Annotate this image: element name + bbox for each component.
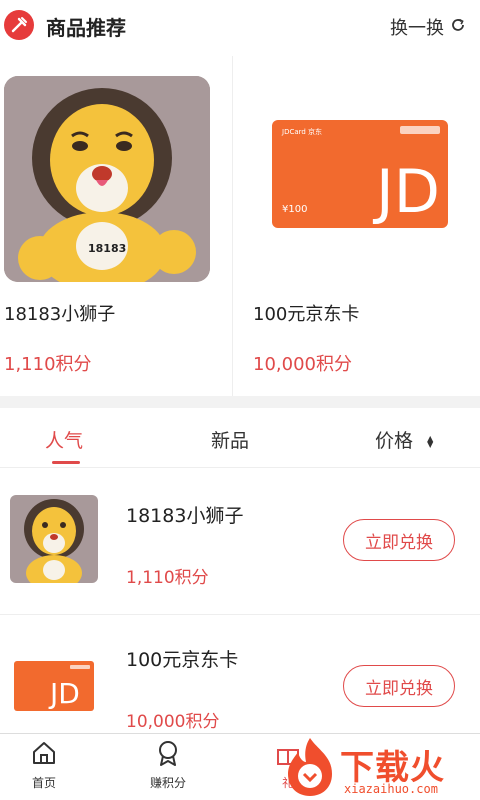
recommend-section: 18183 18183小狮子 1,110积分 JDCard 京东 JD ¥100… xyxy=(0,56,480,396)
tab-active-indicator xyxy=(52,461,80,464)
redeem-button[interactable]: 立即兑换 xyxy=(343,519,455,561)
recommend-card-jd[interactable]: JDCard 京东 JD ¥100 100元京东卡 10,000积分 xyxy=(233,56,480,396)
refresh-button[interactable]: 换一换 xyxy=(390,14,466,40)
watermark-logo: 下载火 xiazaihuo.com xyxy=(278,736,480,800)
svg-text:18183: 18183 xyxy=(88,242,126,255)
jd-thumb-image: JD xyxy=(10,643,98,731)
item-points: 1,110积分 xyxy=(126,568,209,588)
nav-item-home[interactable]: 首页 xyxy=(4,740,84,791)
jd-card-amount: ¥100 xyxy=(282,204,307,215)
sort-arrows-icon: ▲ ▼ xyxy=(427,433,434,449)
tab-new[interactable]: 新品 xyxy=(211,426,249,453)
nav-item-earn[interactable]: 赚积分 xyxy=(128,740,208,791)
jd-thumb-logo: JD xyxy=(48,677,80,710)
redeem-button[interactable]: 立即兑换 xyxy=(343,665,455,707)
medal-icon xyxy=(155,741,181,770)
jd-card-image: JDCard 京东 JD ¥100 xyxy=(255,66,465,282)
jd-card-logo: JD xyxy=(372,157,440,227)
section-divider xyxy=(0,396,480,408)
watermark-domain: xiazaihuo.com xyxy=(344,782,438,796)
item-name: 18183小狮子 xyxy=(126,505,244,527)
tab-popular[interactable]: 人气 xyxy=(45,426,83,453)
nav-label: 赚积分 xyxy=(149,776,186,790)
sort-tabs: 人气 新品 价格 ▲ ▼ xyxy=(0,408,480,468)
jd-card-header: JDCard 京东 xyxy=(281,127,322,136)
header: 商品推荐 换一换 xyxy=(0,0,480,56)
recommend-card-name: 100元京东卡 xyxy=(253,304,360,325)
home-icon xyxy=(31,742,57,770)
refresh-label: 换一换 xyxy=(390,18,444,39)
recommend-card-points: 10,000积分 xyxy=(253,354,352,375)
recommend-card-points: 1,110积分 xyxy=(4,354,92,375)
list-item[interactable]: 18183小狮子 1,110积分 立即兑换 xyxy=(0,469,480,615)
tab-price[interactable]: 价格 ▲ ▼ xyxy=(375,426,433,453)
item-points: 10,000积分 xyxy=(126,712,220,732)
tab-price-label: 价格 xyxy=(375,430,414,452)
nav-label: 首页 xyxy=(31,776,56,790)
recommend-badge-icon xyxy=(4,10,34,40)
lion-thumb-image xyxy=(10,495,98,583)
recommend-card-lion[interactable]: 18183 18183小狮子 1,110积分 xyxy=(0,56,232,396)
refresh-icon xyxy=(450,17,466,38)
recommend-card-name: 18183小狮子 xyxy=(4,304,116,325)
page-title: 商品推荐 xyxy=(46,16,126,40)
lion-plush-image: 18183 xyxy=(4,76,210,282)
item-name: 100元京东卡 xyxy=(126,649,239,671)
flame-icon xyxy=(288,738,332,796)
